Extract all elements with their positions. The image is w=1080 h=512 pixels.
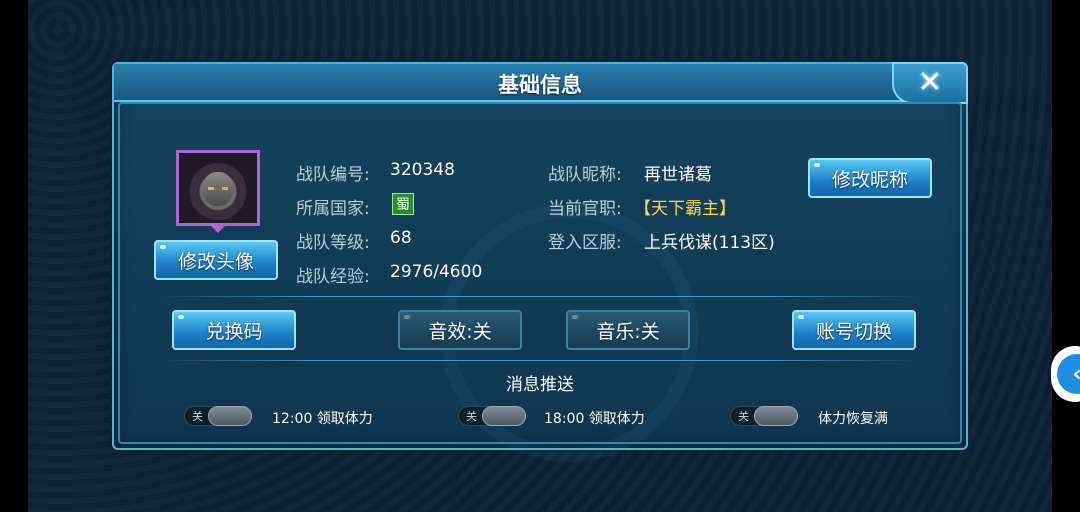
side-drawer-tab[interactable]: ‹ xyxy=(1051,346,1080,402)
push-toggle-noon[interactable]: 关 xyxy=(184,406,252,426)
redeem-code-label: 兑换码 xyxy=(205,320,263,343)
redeem-code-button[interactable]: 兑换码 xyxy=(172,310,296,350)
avatar[interactable] xyxy=(176,150,260,233)
basic-info-dialog: 基础信息 ✕ 修改头像 战队编号: 320348 所属国家: 蜀 战队等级: 6… xyxy=(112,62,968,462)
avatar-face xyxy=(203,172,233,206)
toggle-state: 关 xyxy=(738,410,749,423)
button-shine xyxy=(572,315,578,319)
toggle-knob xyxy=(754,406,798,426)
push-section-title: 消息推送 xyxy=(506,375,574,395)
team-id-value: 320348 xyxy=(390,160,455,180)
toggle-state: 关 xyxy=(192,410,203,423)
avatar-eye xyxy=(222,186,228,190)
sound-effects-label: 音效:关 xyxy=(428,320,492,343)
avatar-crest-icon xyxy=(208,223,228,233)
server-value: 上兵伐谋(113区) xyxy=(644,233,775,253)
change-nickname-label: 修改昵称 xyxy=(831,168,908,191)
avatar-eye xyxy=(208,186,214,190)
music-button[interactable]: 音乐:关 xyxy=(566,310,690,350)
chevron-left-icon: ‹ xyxy=(1057,354,1080,394)
push-toggle-evening[interactable]: 关 xyxy=(458,406,526,426)
push-label-stamina-full: 体力恢复满 xyxy=(818,411,888,427)
switch-account-label: 账号切换 xyxy=(815,320,892,343)
push-label-noon: 12:00 领取体力 xyxy=(272,411,373,427)
button-shine xyxy=(798,315,804,319)
exp-value: 2976/4600 xyxy=(390,262,483,282)
level-value: 68 xyxy=(390,228,412,248)
nickname-value: 再世诸葛 xyxy=(644,165,712,185)
change-nickname-button[interactable]: 修改昵称 xyxy=(808,158,932,198)
level-label: 战队等级: xyxy=(296,233,370,253)
official-title-value: 【天下霸主】 xyxy=(634,199,736,219)
country-label: 所属国家: xyxy=(296,199,370,219)
push-toggle-stamina-full[interactable]: 关 xyxy=(730,406,798,426)
official-title-label: 当前官职: xyxy=(548,199,622,219)
change-avatar-label: 修改头像 xyxy=(177,250,254,273)
close-button[interactable]: ✕ xyxy=(892,62,968,104)
exp-label: 战队经验: xyxy=(296,267,370,287)
screen: 基础信息 ✕ 修改头像 战队编号: 320348 所属国家: 蜀 战队等级: 6… xyxy=(0,0,1080,512)
toggle-knob xyxy=(208,406,252,426)
switch-account-button[interactable]: 账号切换 xyxy=(792,310,916,350)
button-shine xyxy=(404,315,410,319)
divider xyxy=(160,296,920,297)
server-label: 登入区服: xyxy=(548,233,622,253)
sound-effects-button[interactable]: 音效:关 xyxy=(398,310,522,350)
music-label: 音乐:关 xyxy=(596,320,660,343)
nickname-label: 战队昵称: xyxy=(548,165,622,185)
close-icon: ✕ xyxy=(917,65,943,100)
toggle-state: 关 xyxy=(466,410,477,423)
divider xyxy=(160,360,920,361)
change-avatar-button[interactable]: 修改头像 xyxy=(154,240,278,280)
button-shine xyxy=(160,245,166,249)
toggle-knob xyxy=(482,406,526,426)
button-shine xyxy=(814,163,820,167)
info-panel: 修改头像 战队编号: 320348 所属国家: 蜀 战队等级: 68 战队经验:… xyxy=(118,102,962,462)
button-shine xyxy=(178,315,184,319)
team-id-label: 战队编号: xyxy=(296,165,370,185)
dialog-title: 基础信息 xyxy=(498,73,582,97)
country-badge: 蜀 xyxy=(392,193,414,215)
dialog-title-bar: 基础信息 xyxy=(114,64,966,102)
push-label-evening: 18:00 领取体力 xyxy=(544,411,645,427)
